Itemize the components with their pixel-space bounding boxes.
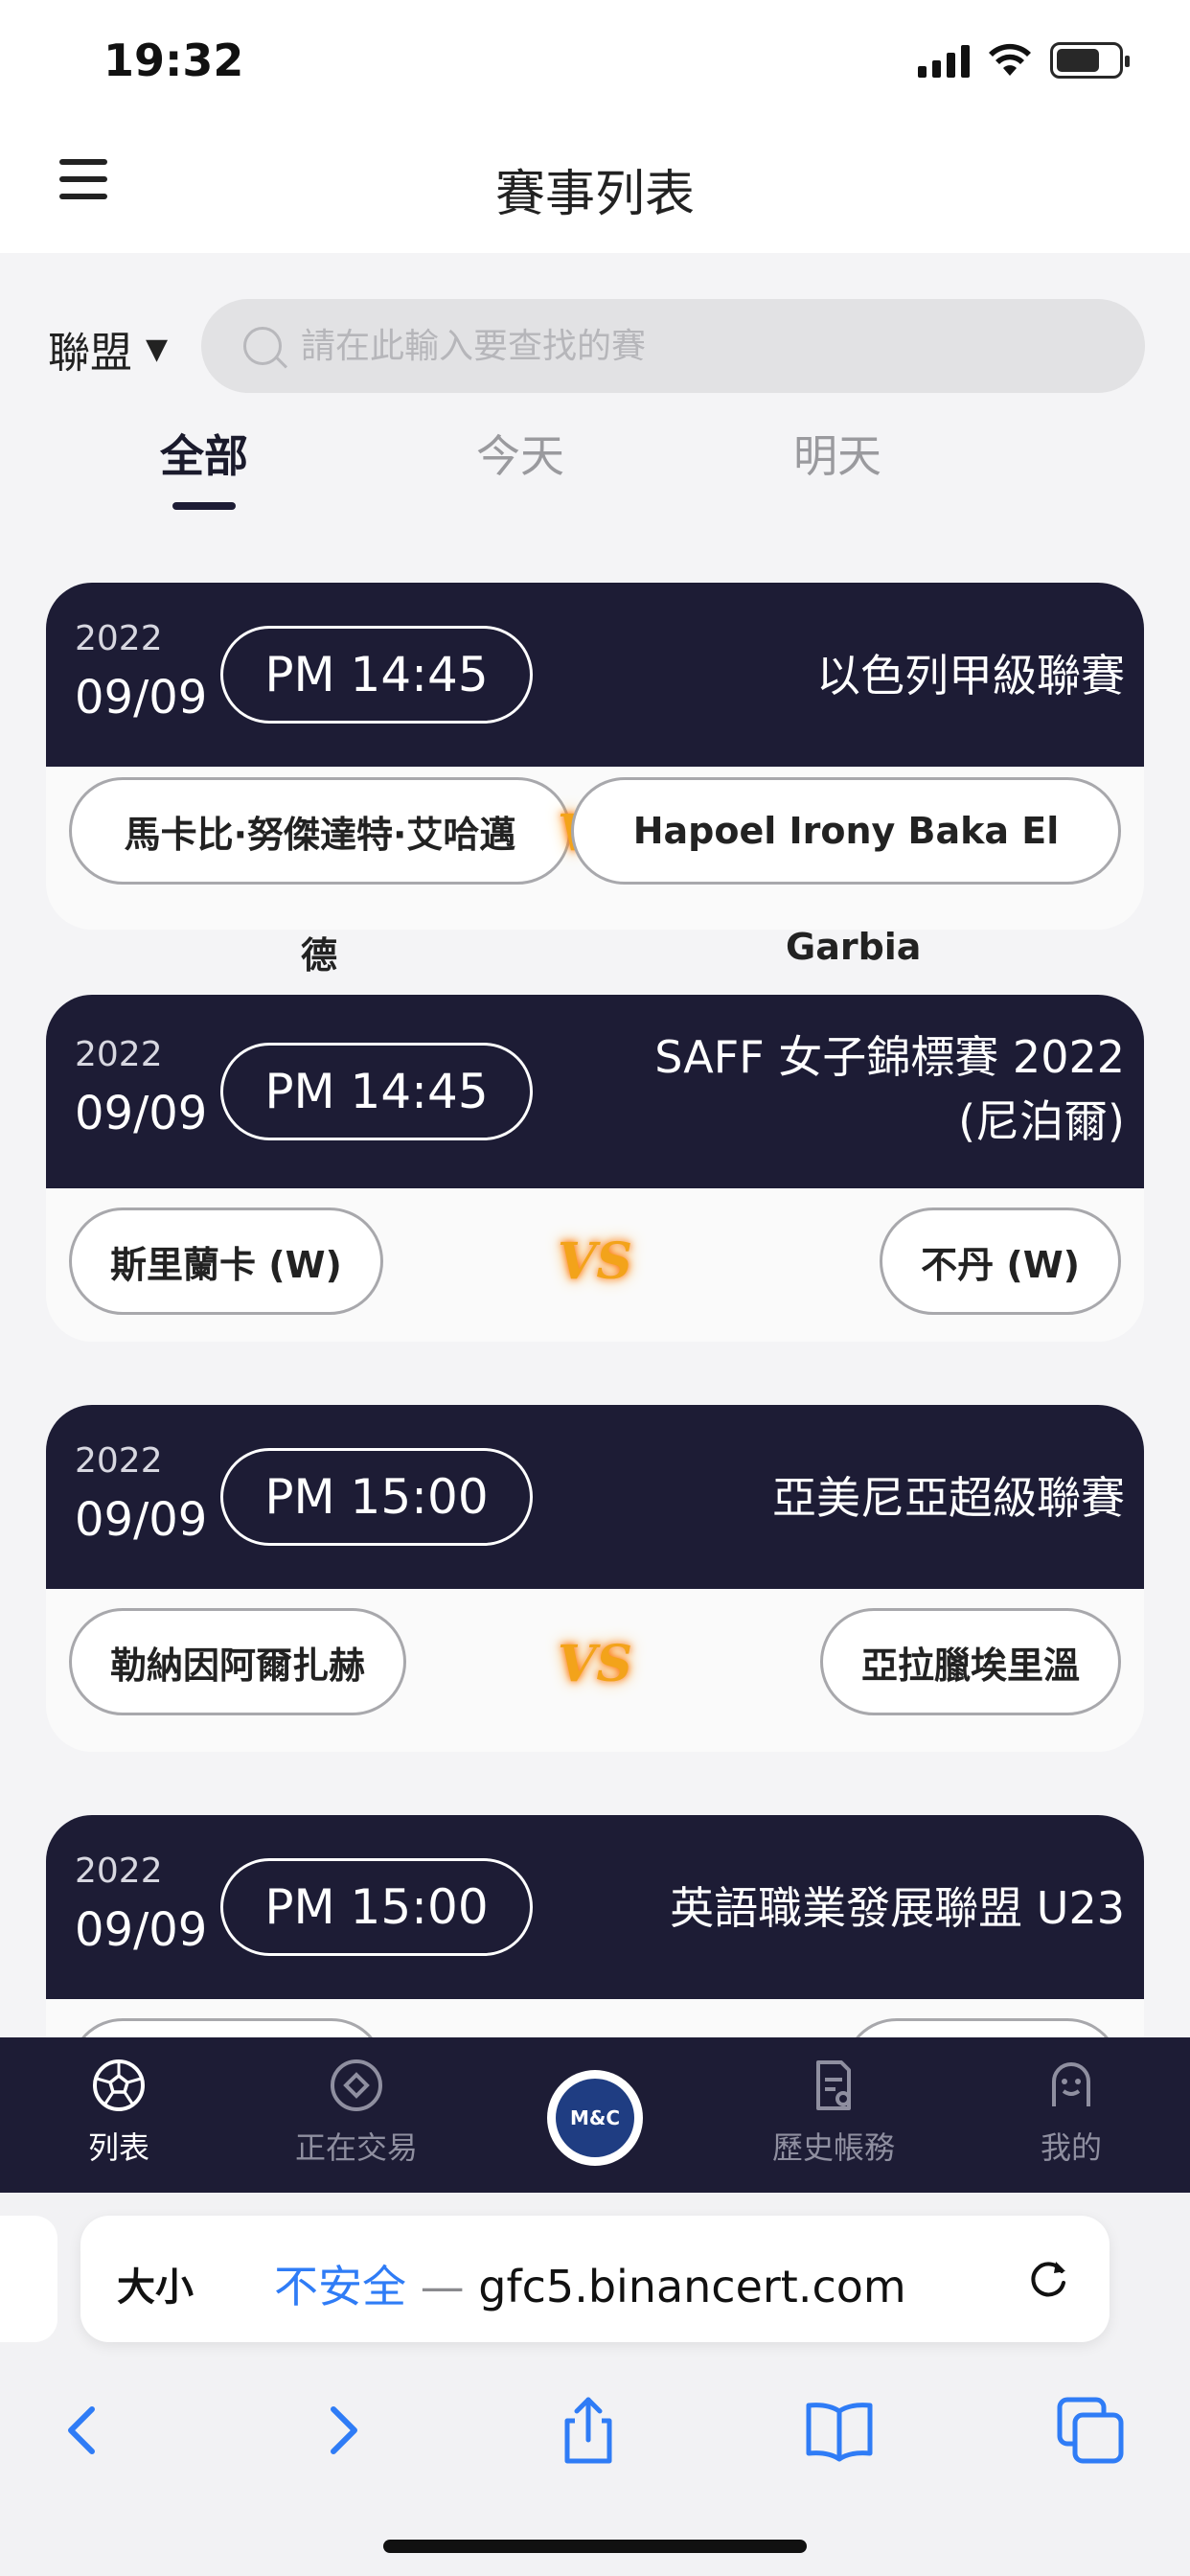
browser-chrome: 大小 不安全 — gfc5.binancert.com xyxy=(0,2193,1190,2576)
match-year: 2022 xyxy=(75,1441,163,1481)
date-tabs: 全部 今天 明天 xyxy=(0,422,1190,518)
tab-bar-item-list[interactable]: 列表 xyxy=(23,2058,215,2168)
tab-all[interactable]: 全部 xyxy=(108,422,300,485)
profile-icon xyxy=(1052,2062,1090,2106)
tabs-icon[interactable] xyxy=(1052,2392,1129,2469)
search-box[interactable] xyxy=(201,299,1145,393)
tab-bar-item-history[interactable]: 歷史帳務 xyxy=(738,2058,929,2168)
caret-down-icon: ▼ xyxy=(146,332,169,366)
page-title: 賽事列表 xyxy=(494,166,695,223)
match-header: 2022 09/09 PM 15:00 英語職業發展聯盟 U23 xyxy=(46,1815,1144,1999)
text-size-button[interactable]: 大小 xyxy=(117,2256,194,2312)
search-icon xyxy=(243,327,282,365)
mc-logo-button[interactable]: M&C xyxy=(547,2070,643,2166)
document-icon xyxy=(816,2060,851,2110)
tab-bar-item-trading[interactable]: 正在交易 xyxy=(261,2058,452,2168)
match-time: PM 15:00 xyxy=(220,1858,533,1956)
back-arrow-icon[interactable] xyxy=(46,2392,123,2469)
wifi-icon xyxy=(989,43,1031,76)
bookmarks-icon[interactable] xyxy=(801,2392,878,2469)
match-time: PM 14:45 xyxy=(220,626,533,724)
league-filter-dropdown[interactable]: 聯盟 ▼ xyxy=(48,318,168,380)
match-card[interactable]: 2022 09/09 PM 15:00 亞美尼亞超級聯賽 勒納因阿爾扎赫 VS … xyxy=(46,1405,1144,1752)
status-icons xyxy=(918,42,1130,79)
nav-bar: 賽事列表 xyxy=(0,125,1190,253)
home-team-button[interactable]: 勒納因阿爾扎赫 xyxy=(69,1608,407,1715)
reload-icon[interactable] xyxy=(1023,2254,1073,2304)
league-name: 英語職業發展聯盟 U23 xyxy=(670,1882,1125,1934)
filter-row: 聯盟 ▼ xyxy=(0,297,1190,393)
match-time: PM 15:00 xyxy=(220,1448,533,1546)
match-header: 2022 09/09 PM 15:00 亞美尼亞超級聯賽 xyxy=(46,1405,1144,1589)
away-team-button[interactable]: 不丹 (W) xyxy=(880,1208,1121,1315)
match-year: 2022 xyxy=(75,1035,163,1074)
diamond-icon xyxy=(331,2059,382,2111)
tab-bar-label: 正在交易 xyxy=(294,2129,418,2166)
home-team-button[interactable]: 斯里蘭卡 (W) xyxy=(69,1208,383,1315)
match-date: 09/09 xyxy=(75,1087,208,1140)
url-separator: — xyxy=(420,2261,465,2312)
match-body: 馬卡比·努傑達特·艾哈邁 VS Hapoel Irony Baka El xyxy=(46,767,1144,930)
address-bar[interactable]: 大小 不安全 — gfc5.binancert.com xyxy=(80,2216,1110,2342)
match-year: 2022 xyxy=(75,619,163,658)
league-name-line: SAFF 女子錦標賽 2022 xyxy=(654,1031,1125,1083)
search-input[interactable] xyxy=(301,326,665,366)
tab-bar-label: 列表 xyxy=(87,2129,149,2166)
tab-bar-label: 歷史帳務 xyxy=(771,2129,895,2166)
league-name: 亞美尼亞超級聯賽 xyxy=(772,1472,1125,1524)
match-header: 2022 09/09 PM 14:45 SAFF 女子錦標賽 2022 (尼泊爾… xyxy=(46,995,1144,1188)
match-date: 09/09 xyxy=(75,1493,208,1547)
league-name-line: (尼泊爾) xyxy=(958,1094,1125,1147)
league-name: SAFF 女子錦標賽 2022 (尼泊爾) xyxy=(654,1025,1125,1153)
match-date: 09/09 xyxy=(75,1903,208,1957)
match-body: 勒納因阿爾扎赫 VS 亞拉臘埃里溫 xyxy=(46,1589,1144,1752)
previous-tab-preview[interactable] xyxy=(0,2216,57,2342)
browser-toolbar xyxy=(0,2375,1190,2490)
match-time: PM 14:45 xyxy=(220,1043,533,1140)
away-team-button[interactable]: Hapoel Irony Baka El xyxy=(571,777,1121,885)
tab-today[interactable]: 今天 xyxy=(424,422,616,485)
battery-icon xyxy=(1050,42,1130,79)
away-team-overflow-text: Garbia xyxy=(786,926,922,968)
status-bar: 19:32 xyxy=(0,0,1190,125)
share-icon[interactable] xyxy=(550,2392,627,2469)
soccer-ball-icon xyxy=(93,2059,145,2111)
home-team-button[interactable]: 馬卡比·努傑達特·艾哈邁 xyxy=(69,777,571,885)
tab-bar-label: 我的 xyxy=(1040,2129,1102,2166)
home-indicator xyxy=(383,2540,807,2553)
match-year: 2022 xyxy=(75,1852,163,1891)
match-card[interactable]: 2022 09/09 PM 14:45 以色列甲級聯賽 馬卡比·努傑達特·艾哈邁… xyxy=(46,583,1144,930)
tab-active-indicator xyxy=(172,502,236,510)
vs-icon: VS xyxy=(558,1231,632,1291)
match-card[interactable]: 2022 09/09 PM 14:45 SAFF 女子錦標賽 2022 (尼泊爾… xyxy=(46,995,1144,1342)
cellular-signal-icon xyxy=(918,43,970,78)
url-text[interactable]: 不安全 — gfc5.binancert.com xyxy=(274,2252,906,2315)
tab-bar-item-profile[interactable]: 我的 xyxy=(975,2058,1167,2168)
forward-arrow-icon[interactable] xyxy=(303,2392,379,2469)
match-header: 2022 09/09 PM 14:45 以色列甲級聯賽 xyxy=(46,583,1144,767)
mc-logo: M&C xyxy=(556,2079,634,2157)
league-name: 以色列甲級聯賽 xyxy=(816,650,1125,702)
status-time: 19:32 xyxy=(103,34,244,86)
vs-icon: VS xyxy=(558,1634,632,1693)
match-body: 斯里蘭卡 (W) VS 不丹 (W) xyxy=(46,1188,1144,1342)
match-date: 09/09 xyxy=(75,671,208,724)
home-team-overflow-text: 德 xyxy=(301,934,338,977)
url-domain: gfc5.binancert.com xyxy=(478,2261,906,2312)
tab-tomorrow[interactable]: 明天 xyxy=(742,422,933,485)
insecure-label: 不安全 xyxy=(274,2261,406,2312)
league-filter-label: 聯盟 xyxy=(48,329,132,378)
bottom-tab-bar: 列表 正在交易 M&C 歷史帳務 我的 xyxy=(0,2037,1190,2193)
away-team-button[interactable]: 亞拉臘埃里溫 xyxy=(819,1608,1121,1715)
